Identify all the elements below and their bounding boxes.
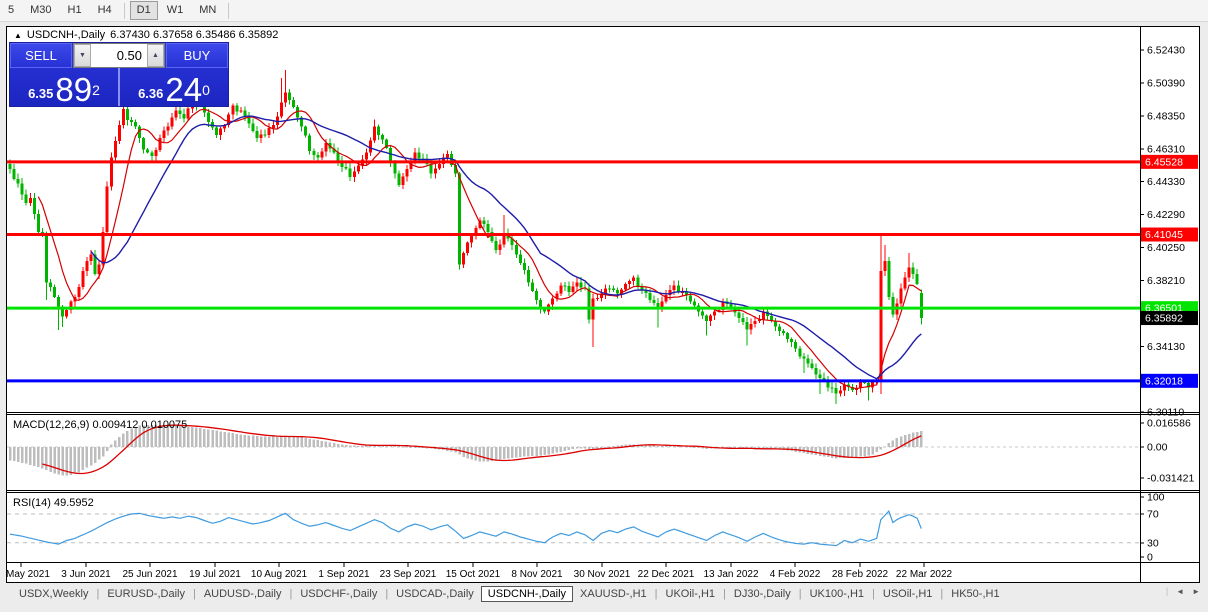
tab-separator: | [289, 588, 293, 600]
chart-tab-audusd-daily[interactable]: AUDUSD-,Daily [197, 587, 289, 601]
svg-text:6.50390: 6.50390 [1147, 78, 1185, 90]
svg-text:6.42290: 6.42290 [1147, 209, 1185, 221]
timeframe-button-5[interactable]: 5 [1, 1, 21, 20]
tab-separator: | [96, 588, 100, 600]
svg-text:23 Sep 2021: 23 Sep 2021 [380, 569, 437, 580]
sell-button[interactable]: SELL [10, 43, 72, 68]
buy-price-big: 24 [165, 71, 203, 108]
svg-text:30 Nov 2021: 30 Nov 2021 [574, 569, 631, 580]
chart-tab-eurusd-daily[interactable]: EURUSD-,Daily [100, 587, 192, 601]
chart-tab-xauusd-h1[interactable]: XAUUSD-,H1 [573, 587, 654, 601]
svg-text:6.32018: 6.32018 [1145, 375, 1183, 387]
svg-text:6.38210: 6.38210 [1147, 275, 1185, 287]
tab-separator: | [654, 588, 658, 600]
timeframe-button-h1[interactable]: H1 [61, 1, 89, 20]
svg-text:19 Jul 2021: 19 Jul 2021 [189, 569, 241, 580]
one-click-trade-panel: SELL ▼ 0.50 ▲ BUY 6.35 89 2 6.36 24 0 [10, 43, 228, 106]
svg-text:0: 0 [1147, 552, 1153, 564]
collapse-icon[interactable]: ▲ [14, 31, 22, 40]
price-chart-canvas[interactable]: 6.52430 6.50390 6.48350 6.46310 6.44330 6.422… [6, 26, 1200, 583]
svg-text:8 Nov 2021: 8 Nov 2021 [511, 569, 563, 580]
svg-text:12 May 2021: 12 May 2021 [6, 569, 50, 580]
chart-tab-usdcnh-daily[interactable]: USDCNH-,Daily [480, 586, 574, 602]
svg-text:6.41045: 6.41045 [1145, 229, 1183, 241]
chart-tab-ukoil-h1[interactable]: UKOil-,H1 [659, 587, 723, 601]
volume-value[interactable]: 0.50 [91, 44, 147, 67]
tab-separator: | [192, 588, 196, 600]
tab-separator: | [798, 588, 802, 600]
toolbar-separator [123, 2, 125, 19]
volume-decrease-button[interactable]: ▼ [74, 44, 91, 67]
chart-tab-bar: USDX,Weekly | EURUSD-,Daily | AUDUSD-,Daily |… [0, 584, 1208, 604]
tab-scroll-controls: | ◄ ► [1166, 586, 1200, 596]
volume-stepper: ▼ 0.50 ▲ [73, 43, 165, 68]
svg-text:100: 100 [1147, 492, 1165, 504]
sell-price-sup: 2 [92, 82, 100, 98]
chart-tab-hk50-h1[interactable]: HK50-,H1 [944, 587, 1006, 601]
svg-text:70: 70 [1147, 509, 1159, 521]
timeframe-button-w1[interactable]: W1 [160, 1, 191, 20]
svg-text:-0.031421: -0.031421 [1147, 473, 1194, 485]
toolbar-separator [228, 2, 230, 19]
chart-tab-dj30-daily[interactable]: DJ30-,Daily [727, 587, 798, 601]
svg-text:30: 30 [1147, 538, 1159, 550]
timeframe-toolbar: 5 M30 H1 H4 D1 W1 MN [0, 0, 1208, 22]
trading-platform-window: 5 M30 H1 H4 D1 W1 MN 6.52430 6.50390 6.48350 6.46… [0, 0, 1208, 612]
svg-text:6.30110: 6.30110 [1147, 406, 1184, 418]
sell-price-display[interactable]: 6.35 89 2 [10, 68, 120, 106]
tab-scroll-left-icon[interactable]: ◄ [1176, 587, 1184, 596]
buy-price-sup: 0 [202, 82, 210, 98]
sell-price-big: 89 [55, 71, 93, 108]
chart-tab-usdchf-daily[interactable]: USDCHF-,Daily [293, 587, 384, 601]
svg-text:13 Jan 2022: 13 Jan 2022 [703, 569, 758, 580]
svg-text:6.44330: 6.44330 [1147, 176, 1185, 188]
chart-symbol-label: USDCNH-,Daily [26, 29, 106, 41]
svg-text:RSI(14) 49.5952: RSI(14) 49.5952 [13, 497, 94, 509]
svg-text:6.40250: 6.40250 [1147, 242, 1185, 254]
chart-tab-uk100-h1[interactable]: UK100-,H1 [803, 587, 871, 601]
svg-text:MACD(12,26,9) 0.009412 0.01007: MACD(12,26,9) 0.009412 0.010075 [13, 419, 187, 431]
svg-text:6.35892: 6.35892 [1145, 313, 1183, 325]
chart-tab-usdx-weekly[interactable]: USDX,Weekly [12, 587, 95, 601]
timeframe-button-d1[interactable]: D1 [129, 1, 158, 20]
svg-text:0.00: 0.00 [1147, 442, 1168, 454]
timeframe-button-h4[interactable]: H4 [91, 1, 119, 20]
buy-price-display[interactable]: 6.36 24 0 [120, 68, 228, 106]
svg-text:6.45528: 6.45528 [1145, 156, 1183, 168]
svg-text:0.016586: 0.016586 [1147, 418, 1191, 430]
svg-text:22 Mar 2022: 22 Mar 2022 [896, 569, 953, 580]
svg-text:6.34130: 6.34130 [1147, 341, 1185, 353]
tab-separator: | [872, 588, 875, 600]
svg-text:6.52430: 6.52430 [1147, 45, 1185, 57]
svg-text:4 Feb 2022: 4 Feb 2022 [770, 569, 821, 580]
chart-title: ▲ USDCNH-,Daily 6.37430 6.37658 6.35486 … [14, 29, 278, 41]
timeframe-button-m30[interactable]: M30 [23, 1, 58, 20]
tab-scroll-right-icon[interactable]: ► [1192, 587, 1200, 596]
svg-text:15 Oct 2021: 15 Oct 2021 [446, 569, 501, 580]
chart-tab-usdcad-daily[interactable]: USDCAD-,Daily [389, 587, 481, 601]
svg-text:3 Jun 2021: 3 Jun 2021 [61, 569, 111, 580]
svg-text:28 Feb 2022: 28 Feb 2022 [832, 569, 889, 580]
chart-tab-usoil-h1[interactable]: USOil-,H1 [876, 587, 940, 601]
svg-text:10 Aug 2021: 10 Aug 2021 [251, 569, 308, 580]
chart-window[interactable]: 6.52430 6.50390 6.48350 6.46310 6.44330 6.422… [6, 26, 1200, 583]
svg-text:25 Jun 2021: 25 Jun 2021 [122, 569, 177, 580]
svg-text:6.46310: 6.46310 [1147, 144, 1185, 156]
tab-separator: | [723, 588, 726, 600]
tab-bar-divider: | [1165, 586, 1169, 596]
svg-text:22 Dec 2021: 22 Dec 2021 [638, 569, 695, 580]
chart-ohlc-values: 6.37430 6.37658 6.35486 6.35892 [110, 29, 279, 41]
volume-increase-button[interactable]: ▲ [147, 44, 164, 67]
timeframe-button-mn[interactable]: MN [192, 1, 223, 20]
buy-price-small: 6.36 [138, 86, 164, 101]
buy-button[interactable]: BUY [166, 43, 228, 68]
sell-price-small: 6.35 [28, 86, 54, 101]
tab-separator: | [385, 588, 389, 600]
svg-text:1 Sep 2021: 1 Sep 2021 [318, 569, 370, 580]
tab-separator: | [940, 588, 944, 600]
svg-text:6.48350: 6.48350 [1147, 111, 1185, 123]
